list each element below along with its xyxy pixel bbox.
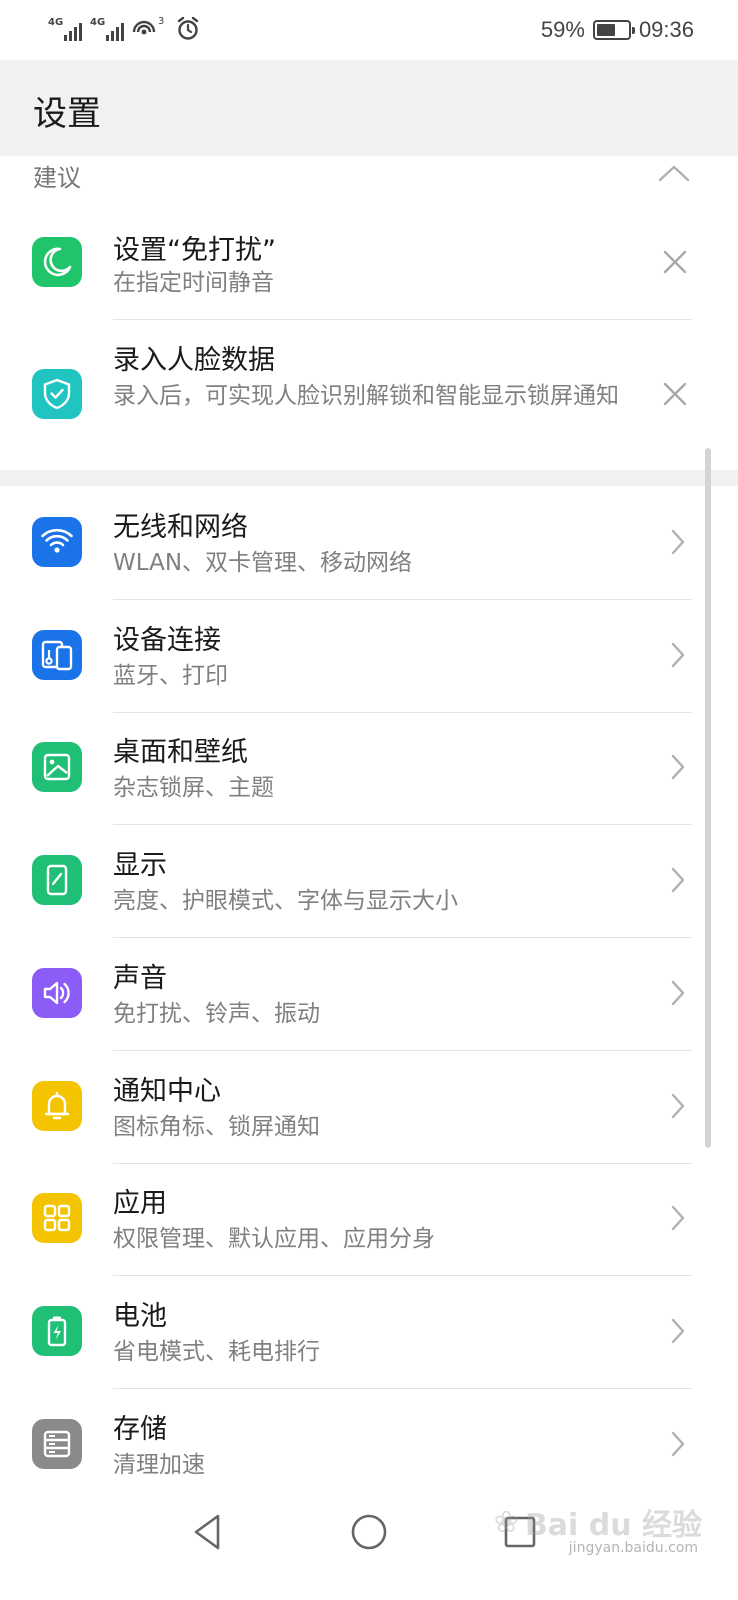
settings-item-subtitle: 亮度、护眼模式、字体与显示大小 bbox=[113, 888, 458, 914]
settings-item-subtitle: WLAN、双卡管理、移动网络 bbox=[113, 550, 413, 576]
chevron-right-icon bbox=[671, 1205, 685, 1231]
clock: 09:36 bbox=[638, 17, 694, 42]
signal-icon: 4G bbox=[48, 17, 82, 41]
moon-icon bbox=[43, 247, 72, 277]
hotspot-icon: 3 bbox=[132, 16, 164, 35]
speaker-icon bbox=[43, 981, 70, 1005]
battery-icon bbox=[592, 20, 635, 40]
settings-icon-box bbox=[32, 968, 82, 1018]
settings-icon-box bbox=[32, 855, 82, 905]
dismiss-suggestion-button[interactable] bbox=[659, 378, 691, 410]
chevron-right-icon bbox=[671, 1318, 685, 1344]
chevron-right-icon bbox=[671, 867, 685, 893]
settings-icon-box bbox=[32, 630, 82, 680]
settings-icon-box bbox=[32, 517, 82, 567]
wallpaper-icon bbox=[43, 753, 71, 781]
status-bar: 4G 4G 3 59% 09:36 bbox=[0, 0, 738, 60]
settings-item-title: 应用 bbox=[113, 1188, 167, 1219]
settings-item-title: 桌面和壁纸 bbox=[113, 737, 248, 768]
suggestion-icon-box bbox=[32, 369, 82, 419]
settings-item-device-connect[interactable]: 设备连接 蓝牙、打印 bbox=[0, 599, 738, 712]
settings-item-subtitle: 清理加速 bbox=[113, 1452, 205, 1478]
app-header: 设置 bbox=[0, 60, 738, 156]
signal-type-label: 4G bbox=[48, 17, 64, 28]
suggestion-dnd[interactable]: 设置“免打扰” 在指定时间静音 bbox=[0, 210, 738, 320]
settings-icon-box bbox=[32, 1193, 82, 1243]
dismiss-suggestion-button[interactable] bbox=[659, 246, 691, 278]
settings-item-wallpaper[interactable]: 桌面和壁纸杂志锁屏、主题 bbox=[0, 711, 738, 824]
chevron-right-icon bbox=[671, 1093, 685, 1119]
signal-type-label: 4G bbox=[90, 17, 106, 28]
section-separator bbox=[0, 470, 738, 486]
settings-item-subtitle: 免打扰、铃声、振动 bbox=[113, 1001, 320, 1027]
settings-item-title: 通知中心 bbox=[113, 1076, 221, 1107]
settings-item-apps-grid[interactable]: 应用权限管理、默认应用、应用分身 bbox=[0, 1162, 738, 1275]
display-icon bbox=[46, 864, 68, 896]
settings-item-bell[interactable]: 通知中心图标角标、锁屏通知 bbox=[0, 1050, 738, 1163]
settings-icon-box bbox=[32, 1081, 82, 1131]
shield-check-icon bbox=[43, 378, 71, 410]
suggestion-face-data[interactable]: 录入人脸数据 录入后，可实现人脸识别解锁和智能显示锁屏通知 bbox=[0, 320, 738, 470]
status-icons-left: 4G 4G 3 bbox=[48, 14, 200, 44]
settings-item-subtitle: 蓝牙、打印 bbox=[113, 663, 228, 689]
suggestion-icon-box bbox=[32, 237, 82, 287]
chevron-right-icon bbox=[671, 980, 685, 1006]
collapse-suggestions-button[interactable] bbox=[656, 160, 692, 186]
settings-item-title: 声音 bbox=[113, 963, 167, 994]
watermark-brand: Bai du 经验 bbox=[524, 1508, 702, 1543]
settings-item-subtitle: 杂志锁屏、主题 bbox=[113, 775, 274, 801]
suggestion-title: 录入人脸数据 bbox=[113, 345, 275, 376]
settings-item-display[interactable]: 显示亮度、护眼模式、字体与显示大小 bbox=[0, 824, 738, 937]
settings-item-title: 显示 bbox=[113, 850, 167, 881]
chevron-right-icon bbox=[671, 1431, 685, 1457]
settings-item-title: 设备连接 bbox=[113, 625, 221, 656]
apps-grid-icon bbox=[43, 1204, 71, 1232]
settings-item-storage[interactable]: 存储 清理加速 bbox=[0, 1388, 738, 1501]
scrollbar[interactable] bbox=[705, 448, 711, 1148]
suggestion-subtitle: 录入后，可实现人脸识别解锁和智能显示锁屏通知 bbox=[113, 383, 619, 409]
storage-icon bbox=[43, 1430, 71, 1458]
page-title: 设置 bbox=[33, 94, 101, 134]
settings-item-subtitle: 图标角标、锁屏通知 bbox=[113, 1114, 320, 1140]
settings-icon-box bbox=[32, 1306, 82, 1356]
settings-item-title: 存储 bbox=[113, 1414, 167, 1445]
battery-percent: 59% bbox=[540, 17, 585, 42]
chevron-right-icon bbox=[671, 754, 685, 780]
wifi-icon bbox=[41, 528, 73, 553]
chevron-right-icon bbox=[671, 642, 685, 668]
settings-item-battery[interactable]: 电池省电模式、耗电排行 bbox=[0, 1275, 738, 1388]
settings-item-title: 电池 bbox=[113, 1301, 167, 1332]
watermark: ❀ Bai du 经验 bbox=[494, 1500, 702, 1544]
chevron-right-icon bbox=[671, 529, 685, 555]
settings-item-subtitle: 权限管理、默认应用、应用分身 bbox=[113, 1226, 435, 1252]
settings-item-wifi[interactable]: 无线和网络 WLAN、双卡管理、移动网络 bbox=[0, 486, 738, 599]
settings-item-speaker[interactable]: 声音免打扰、铃声、振动 bbox=[0, 937, 738, 1050]
settings-icon-box bbox=[32, 742, 82, 792]
back-button[interactable] bbox=[184, 1508, 232, 1556]
home-button[interactable] bbox=[345, 1508, 393, 1556]
suggestions-label: 建议 bbox=[33, 164, 81, 192]
signal-icon: 4G bbox=[90, 17, 124, 41]
suggestion-title: 设置“免打扰” bbox=[113, 235, 276, 266]
battery-icon bbox=[47, 1316, 67, 1347]
status-icons-right: 59% 09:36 bbox=[541, 14, 694, 46]
bell-icon bbox=[44, 1091, 70, 1120]
settings-item-subtitle: 省电模式、耗电排行 bbox=[113, 1339, 320, 1365]
suggestion-subtitle: 在指定时间静音 bbox=[113, 270, 274, 296]
settings-icon-box bbox=[32, 1419, 82, 1469]
device-connect-icon bbox=[41, 640, 73, 671]
watermark-url: jingyan.baidu.com bbox=[568, 1540, 698, 1556]
hotspot-count: 3 bbox=[158, 16, 164, 27]
alarm-icon bbox=[177, 16, 199, 40]
settings-item-title: 无线和网络 bbox=[113, 512, 248, 543]
paw-icon: ❀ bbox=[493, 1504, 519, 1540]
